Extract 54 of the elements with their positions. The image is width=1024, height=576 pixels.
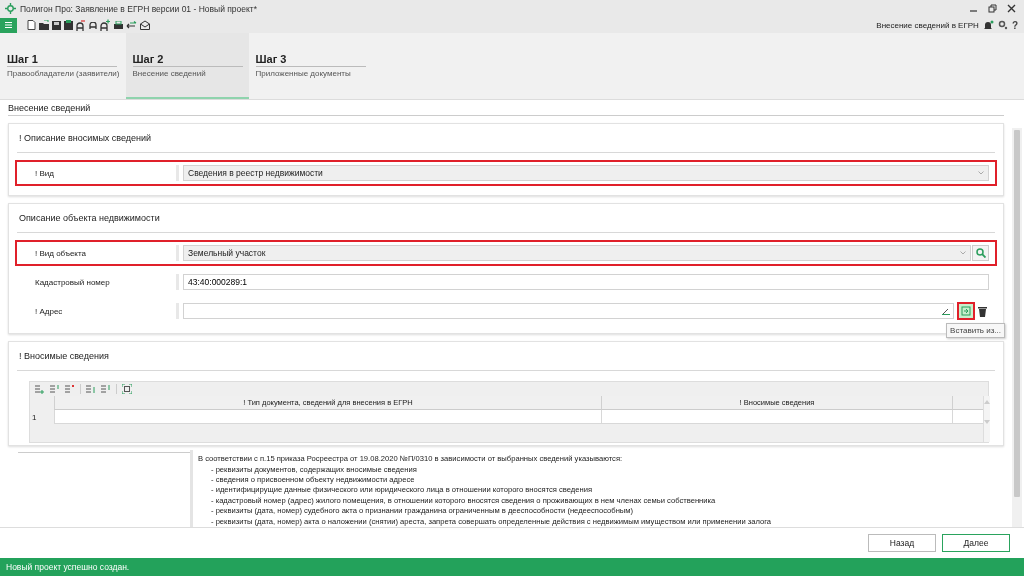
row-number: 1 — [31, 411, 38, 424]
font-icon[interactable] — [89, 21, 97, 29]
expand-icon[interactable] — [122, 384, 132, 395]
dropdown-field[interactable]: Земельный участок — [183, 245, 971, 262]
scrollbar[interactable] — [1012, 128, 1022, 527]
field-label: ! Вид — [17, 165, 179, 182]
tooltip: Вставить из... — [946, 323, 1005, 339]
menu-icon — [4, 21, 13, 29]
column-header — [952, 396, 983, 411]
window-title: Полигон Про: Заявление в ЕГРН версии 01 - Новый проект* — [20, 3, 258, 14]
panel-title: ! Вносимые сведения — [19, 351, 109, 362]
restore-icon[interactable] — [988, 4, 997, 13]
edit-icon[interactable] — [942, 307, 950, 316]
panel-title: Описание объекта недвижимости — [19, 213, 160, 224]
table-cell[interactable] — [601, 410, 952, 425]
font-decrease-icon[interactable] — [76, 19, 86, 31]
section-title: Внесение сведений — [8, 103, 91, 114]
field-label: ! Адрес — [17, 303, 179, 320]
floppy-icon[interactable] — [64, 20, 73, 30]
caret-icon — [978, 171, 984, 176]
context-label: Внесение сведений в ЕГРН — [876, 20, 979, 30]
step-tab[interactable]: Шаг 2 Внесение сведений — [125, 33, 249, 99]
trash-icon[interactable] — [978, 305, 987, 317]
bell-icon[interactable] — [982, 19, 994, 31]
printer-icon[interactable] — [114, 20, 123, 30]
insert-icon — [961, 306, 971, 317]
next-button[interactable]: Далее — [942, 534, 1010, 552]
floppy-icon[interactable] — [52, 20, 61, 30]
table-cell[interactable] — [952, 410, 983, 425]
folder-icon[interactable] — [39, 20, 49, 30]
close-icon[interactable] — [1007, 4, 1016, 13]
delete-row-icon[interactable] — [65, 384, 75, 394]
insert-button[interactable] — [957, 302, 975, 321]
menu-button[interactable] — [0, 17, 17, 33]
step-tab[interactable]: Шаг 1 Правообладатели (заявители) — [0, 33, 126, 99]
back-button[interactable]: Назад — [868, 534, 936, 552]
help-icon[interactable]: ? — [1011, 19, 1018, 31]
address-field[interactable] — [183, 303, 954, 320]
caret-icon — [960, 251, 966, 256]
dropdown-field[interactable]: Сведения в реестр недвижимости — [183, 165, 989, 182]
step-tab[interactable]: Шаг 3 Приложенные документы — [248, 33, 372, 99]
search-button[interactable] — [972, 245, 989, 262]
settings-icon[interactable] — [997, 20, 1008, 30]
swap-arrows-icon[interactable] — [126, 21, 137, 29]
envelope-icon[interactable] — [140, 20, 150, 30]
field-label: ! Вид объекта — [17, 245, 179, 262]
new-document-icon[interactable] — [27, 20, 36, 30]
cadastral-number-field[interactable]: 43:40:000289:1 — [183, 274, 989, 291]
field-label: Кадастровый номер — [17, 274, 179, 291]
table-cell[interactable] — [54, 410, 601, 425]
app-logo-icon — [5, 3, 16, 14]
panel-title: ! Описание вносимых сведений — [19, 133, 152, 144]
font-increase-icon[interactable] — [100, 19, 111, 31]
status-bar: Новый проект успешно создан. — [0, 558, 1024, 576]
